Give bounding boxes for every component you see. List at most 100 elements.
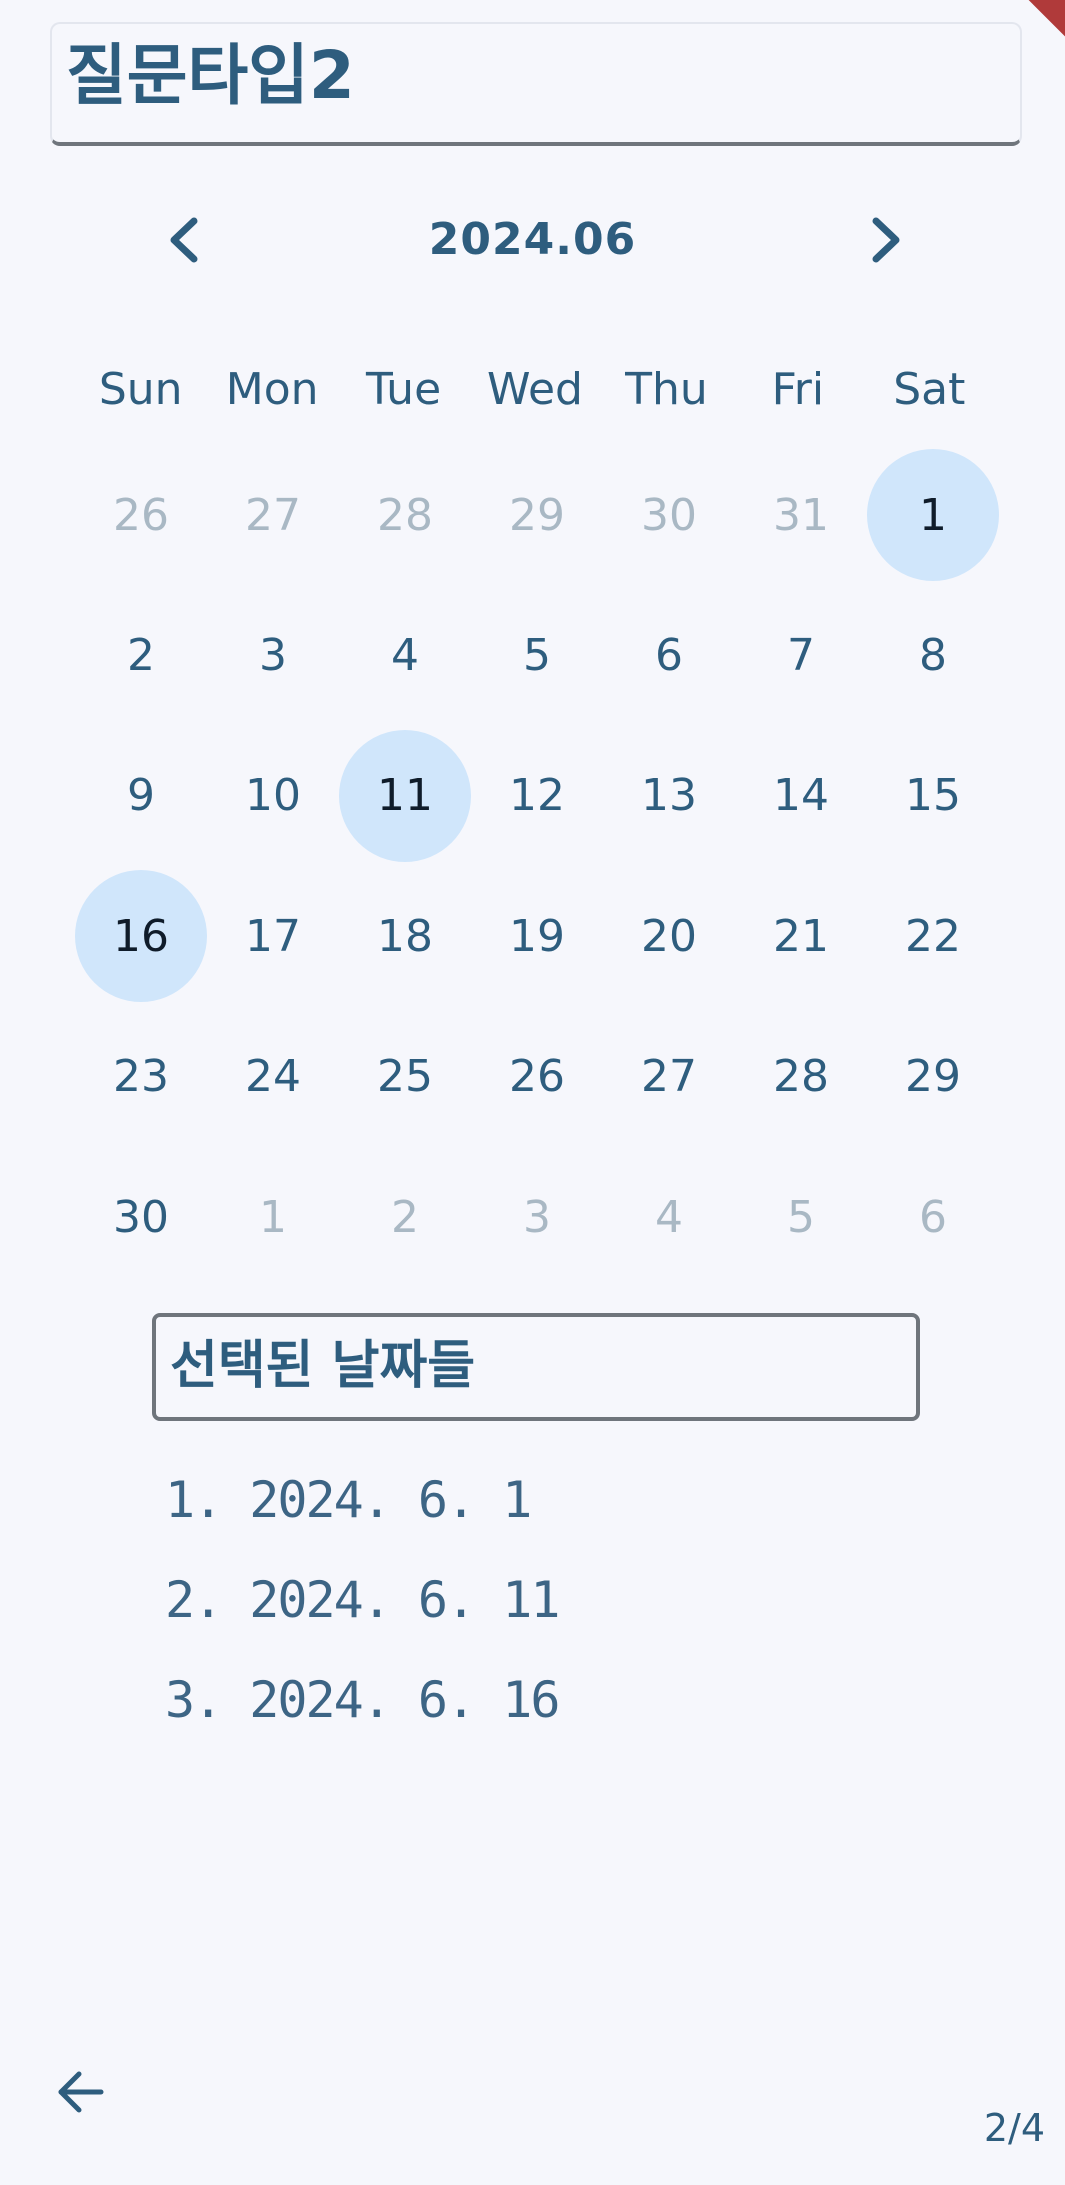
calendar-day[interactable]: 10	[207, 726, 339, 866]
calendar-day-number: 20	[641, 910, 697, 962]
calendar-day-number: 15	[905, 770, 961, 822]
calendar-day[interactable]: 4	[339, 585, 471, 725]
weekday-label: Sat	[893, 364, 966, 415]
calendar-day[interactable]: 5	[471, 585, 603, 725]
calendar-day-number: 24	[245, 1051, 301, 1103]
month-navigation: 2024.06	[0, 200, 1065, 280]
calendar-day[interactable]: 19	[471, 866, 603, 1006]
calendar-day[interactable]: 14	[735, 726, 867, 866]
calendar-day-number: 5	[787, 1191, 815, 1243]
calendar-day-number: 16	[75, 870, 207, 1003]
calendar-day-grid: 26 27 28 29 30 31 1 2 3 4 5 6 7 8 9 10 11 12 13 14 15 16 17 18 1…	[75, 445, 999, 1287]
calendar-day-number: 30	[113, 1191, 169, 1243]
weekday-label: Tue	[365, 364, 442, 415]
calendar-day-number: 1	[259, 1191, 287, 1243]
calendar-day-outside[interactable]: 1	[207, 1147, 339, 1287]
calendar-day[interactable]: 7	[735, 585, 867, 725]
calendar-day-number: 14	[773, 770, 829, 822]
calendar-day-outside[interactable]: 31	[735, 445, 867, 585]
calendar-day-number: 28	[377, 489, 433, 541]
calendar-day[interactable]: 3	[207, 585, 339, 725]
calendar-day-outside[interactable]: 2	[339, 1147, 471, 1287]
calendar-day[interactable]: 13	[603, 726, 735, 866]
calendar-day-number: 22	[905, 910, 961, 962]
back-button[interactable]	[50, 2062, 110, 2122]
calendar-day-number: 28	[773, 1051, 829, 1103]
calendar-day-number: 9	[127, 770, 155, 822]
calendar-day[interactable]: 23	[75, 1007, 207, 1147]
calendar-day[interactable]: 20	[603, 866, 735, 1006]
calendar-day-number: 3	[259, 630, 287, 682]
arrow-left-icon	[58, 2071, 104, 2113]
weekday-label: Thu	[625, 364, 708, 415]
selected-date-item: 3. 2024. 6. 16	[165, 1671, 560, 1729]
calendar-day[interactable]: 2	[75, 585, 207, 725]
calendar-day-outside[interactable]: 28	[339, 445, 471, 585]
calendar-day[interactable]: 30	[75, 1147, 207, 1287]
calendar-day-selected[interactable]: 1	[867, 445, 999, 585]
calendar-day-number: 3	[523, 1191, 551, 1243]
weekday-header: Sun Mon Tue Wed Thu Fri Sat	[75, 350, 995, 430]
calendar-day-number: 2	[127, 630, 155, 682]
calendar-day[interactable]: 22	[867, 866, 999, 1006]
weekday-label: Mon	[225, 364, 319, 415]
calendar-day-number: 29	[905, 1051, 961, 1103]
calendar-day-number: 26	[113, 489, 169, 541]
calendar-day-number: 27	[245, 489, 301, 541]
selected-dates-header: 선택된 날짜들	[152, 1313, 920, 1421]
calendar-day[interactable]: 26	[471, 1007, 603, 1147]
weekday-label: Sun	[98, 364, 183, 415]
page-indicator: 2/4	[983, 2106, 1045, 2150]
calendar-day-outside[interactable]: 29	[471, 445, 603, 585]
calendar-day-outside[interactable]: 27	[207, 445, 339, 585]
calendar-day-outside[interactable]: 3	[471, 1147, 603, 1287]
calendar-day-outside[interactable]: 6	[867, 1147, 999, 1287]
calendar-day-number: 7	[787, 630, 815, 682]
selected-date-item: 1. 2024. 6. 1	[165, 1471, 532, 1529]
calendar-day-number: 6	[655, 630, 683, 682]
calendar-day-outside[interactable]: 26	[75, 445, 207, 585]
calendar-day-number: 8	[919, 630, 947, 682]
calendar-day-number: 23	[113, 1051, 169, 1103]
next-month-button[interactable]	[856, 210, 916, 270]
calendar-day-number: 11	[339, 729, 471, 862]
calendar-day-number: 1	[867, 449, 999, 582]
calendar-day-number: 21	[773, 910, 829, 962]
calendar-day-number: 6	[919, 1191, 947, 1243]
calendar-day[interactable]: 21	[735, 866, 867, 1006]
calendar-day-number: 2	[391, 1191, 419, 1243]
weekday-label: Wed	[487, 364, 583, 415]
calendar-day[interactable]: 25	[339, 1007, 471, 1147]
calendar-day[interactable]: 8	[867, 585, 999, 725]
calendar-day-selected[interactable]: 11	[339, 726, 471, 866]
calendar-day[interactable]: 9	[75, 726, 207, 866]
calendar-day-number: 30	[641, 489, 697, 541]
calendar-day[interactable]: 29	[867, 1007, 999, 1147]
calendar-day-outside[interactable]: 5	[735, 1147, 867, 1287]
selected-dates-title: 선택된 날짜들	[170, 1336, 476, 1396]
calendar-day[interactable]: 24	[207, 1007, 339, 1147]
calendar-day-number: 17	[245, 910, 301, 962]
calendar-day-outside[interactable]: 30	[603, 445, 735, 585]
weekday-label: Fri	[771, 364, 825, 415]
calendar-day[interactable]: 12	[471, 726, 603, 866]
question-title: 질문타입2	[66, 37, 355, 114]
calendar-day-selected[interactable]: 16	[75, 866, 207, 1006]
selected-date-item: 2. 2024. 6. 11	[165, 1571, 560, 1629]
calendar-day[interactable]: 18	[339, 866, 471, 1006]
calendar-day-number: 26	[509, 1051, 565, 1103]
calendar-day-number: 25	[377, 1051, 433, 1103]
calendar-day-number: 10	[245, 770, 301, 822]
calendar-day-number: 4	[391, 630, 419, 682]
calendar-day-number: 4	[655, 1191, 683, 1243]
calendar-day[interactable]: 17	[207, 866, 339, 1006]
calendar-day[interactable]: 6	[603, 585, 735, 725]
calendar-day-outside[interactable]: 4	[603, 1147, 735, 1287]
calendar-day[interactable]: 27	[603, 1007, 735, 1147]
calendar-day[interactable]: 28	[735, 1007, 867, 1147]
selected-dates-list: 1. 2024. 6. 1 2. 2024. 6. 11 3. 2024. 6.…	[165, 1450, 560, 1750]
question-title-field[interactable]: 질문타입2	[50, 22, 1022, 146]
calendar-day[interactable]: 15	[867, 726, 999, 866]
calendar-day-number: 31	[773, 489, 829, 541]
calendar-day-number: 13	[641, 770, 697, 822]
